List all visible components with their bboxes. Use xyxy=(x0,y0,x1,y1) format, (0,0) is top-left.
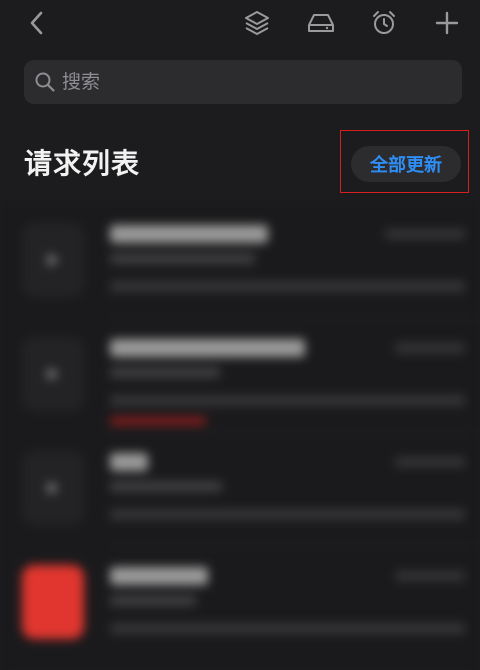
layers-button[interactable] xyxy=(240,6,274,40)
search-icon xyxy=(35,72,55,92)
back-button[interactable] xyxy=(20,6,54,40)
list-item-description xyxy=(110,395,465,406)
list-item-description xyxy=(110,623,465,634)
list-item-title xyxy=(110,567,208,585)
search-bar[interactable]: 搜索 xyxy=(24,60,462,104)
alarm-button[interactable] xyxy=(367,6,401,40)
list-item-description xyxy=(110,509,465,520)
list-item[interactable] xyxy=(0,547,480,661)
list-item-subtitle xyxy=(110,481,222,492)
play-icon xyxy=(48,482,59,494)
list-item-date xyxy=(395,457,465,467)
list-item-description xyxy=(110,281,465,292)
chevron-left-icon xyxy=(30,11,43,35)
plus-icon xyxy=(435,11,459,35)
request-list xyxy=(0,205,480,670)
list-item-title xyxy=(110,225,268,243)
list-item-title xyxy=(110,453,148,471)
list-item-thumbnail xyxy=(22,337,84,411)
list-item[interactable] xyxy=(0,433,480,547)
storage-button[interactable] xyxy=(304,6,338,40)
layers-icon xyxy=(245,11,269,35)
list-item-subtitle xyxy=(110,595,196,606)
list-item[interactable] xyxy=(0,319,480,433)
search-input[interactable]: 搜索 xyxy=(62,70,100,94)
list-item-title xyxy=(110,339,305,357)
list-item-subtitle xyxy=(110,367,220,378)
list-item-date xyxy=(395,571,465,581)
drive-icon xyxy=(308,14,334,32)
list-item-date xyxy=(385,229,465,239)
top-toolbar xyxy=(0,0,480,50)
highlight-annotation xyxy=(340,130,469,193)
alarm-clock-icon xyxy=(373,11,395,34)
add-button[interactable] xyxy=(430,6,464,40)
list-item-date xyxy=(395,343,465,353)
list-item-subtitle xyxy=(110,253,255,264)
play-icon xyxy=(48,254,59,266)
list-item-error xyxy=(110,417,206,425)
list-item-thumbnail xyxy=(22,451,84,525)
list-item-thumbnail xyxy=(22,565,84,639)
play-icon xyxy=(48,368,59,380)
page-title: 请求列表 xyxy=(24,147,141,180)
list-item-thumbnail xyxy=(22,223,84,297)
list-item[interactable] xyxy=(0,205,480,319)
